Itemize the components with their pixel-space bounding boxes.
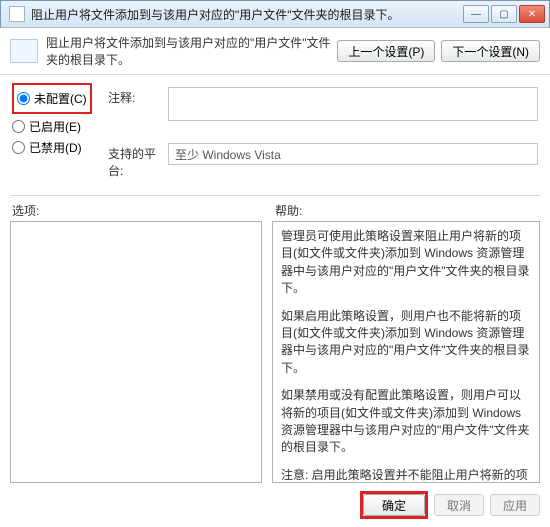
next-setting-button[interactable]: 下一个设置(N): [441, 40, 540, 62]
platform-row: 支持的平台: 至少 Windows Vista: [108, 143, 538, 179]
gpo-icon: [9, 6, 25, 22]
options-pane[interactable]: [10, 221, 262, 483]
radio-disabled-input[interactable]: [12, 141, 25, 154]
highlight-not-configured: 未配置(C): [12, 83, 92, 114]
comment-label: 注释:: [108, 87, 168, 106]
comment-textarea[interactable]: [168, 87, 538, 121]
previous-setting-button[interactable]: 上一个设置(P): [337, 40, 435, 62]
radio-enabled-input[interactable]: [12, 120, 25, 133]
maximize-button[interactable]: ▢: [491, 5, 517, 23]
help-p2: 如果启用此策略设置，则用户也不能将新的项目(如文件或文件夹)添加到 Window…: [281, 308, 531, 378]
titlebar: 阻止用户将文件添加到与该用户对应的"用户文件"文件夹的根目录下。 — ▢ ✕: [0, 0, 550, 28]
apply-button[interactable]: 应用: [490, 494, 540, 516]
header-row: 阻止用户将文件添加到与该用户对应的"用户文件"文件夹的根目录下。 上一个设置(P…: [0, 28, 550, 75]
radio-disabled-label: 已禁用(D): [29, 139, 82, 156]
highlight-ok: 确定: [360, 491, 428, 519]
help-header: 帮助:: [275, 202, 538, 219]
help-p3: 如果禁用或没有配置此策略设置，则用户可以将新的项目(如文件或文件夹)添加到 Wi…: [281, 387, 531, 457]
close-button[interactable]: ✕: [519, 5, 545, 23]
cancel-button[interactable]: 取消: [434, 494, 484, 516]
radio-not-configured[interactable]: 未配置(C): [17, 90, 87, 107]
help-pane[interactable]: 管理员可使用此策略设置来阻止用户将新的项目(如文件或文件夹)添加到 Window…: [272, 221, 540, 483]
help-p4: 注意: 启用此策略设置并不能阻止用户将新的项目(如文件和文件夹)添加到 %use…: [281, 467, 531, 483]
radio-enabled-label: 已启用(E): [29, 118, 81, 135]
platform-label: 支持的平台:: [108, 143, 168, 179]
minimize-button[interactable]: —: [463, 5, 489, 23]
policy-icon: [10, 39, 38, 63]
window-title: 阻止用户将文件添加到与该用户对应的"用户文件"文件夹的根目录下。: [31, 6, 463, 23]
window-controls: — ▢ ✕: [463, 5, 545, 23]
pane-headers: 选项: 帮助:: [0, 198, 550, 221]
radio-group: 未配置(C) 已启用(E) 已禁用(D): [12, 83, 92, 189]
panes: 管理员可使用此策略设置来阻止用户将新的项目(如文件或文件夹)添加到 Window…: [0, 221, 550, 483]
help-p1: 管理员可使用此策略设置来阻止用户将新的项目(如文件或文件夹)添加到 Window…: [281, 228, 531, 298]
policy-description: 阻止用户将文件添加到与该用户对应的"用户文件"文件夹的根目录下。: [46, 34, 331, 68]
radio-not-configured-input[interactable]: [17, 92, 30, 105]
platform-value: 至少 Windows Vista: [168, 143, 538, 165]
ok-button[interactable]: 确定: [363, 494, 425, 516]
right-column: 注释: 支持的平台: 至少 Windows Vista: [108, 83, 538, 189]
footer: 确定 取消 应用: [0, 483, 550, 527]
divider: [10, 195, 540, 196]
comment-row: 注释:: [108, 87, 538, 121]
radio-not-configured-label: 未配置(C): [34, 90, 87, 107]
options-header: 选项:: [12, 202, 275, 219]
config-block: 未配置(C) 已启用(E) 已禁用(D) 注释: 支持的平台: 至少 Windo…: [0, 75, 550, 193]
radio-disabled[interactable]: 已禁用(D): [12, 139, 92, 156]
radio-enabled[interactable]: 已启用(E): [12, 118, 92, 135]
